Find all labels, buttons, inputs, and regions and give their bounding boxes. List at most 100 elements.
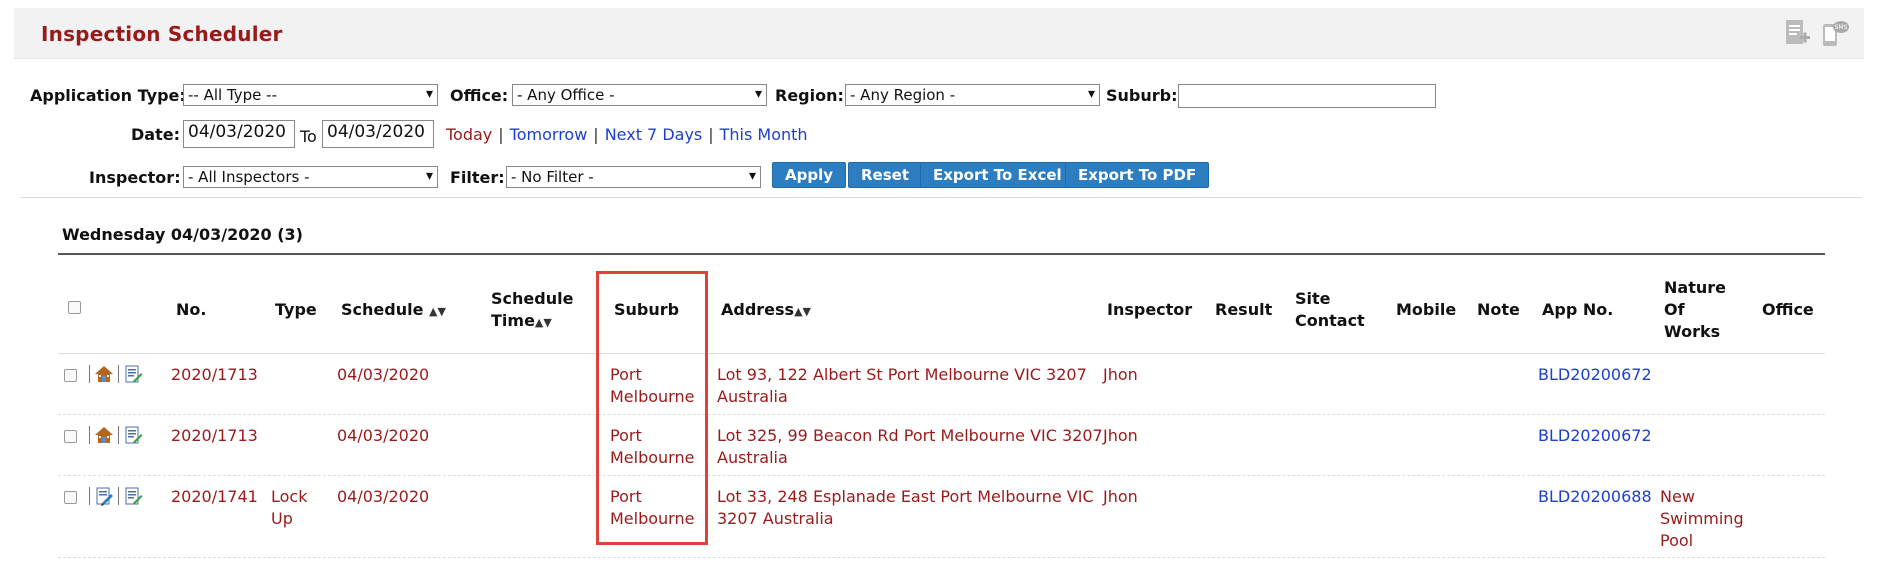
- row-no[interactable]: 2020/1713: [171, 364, 258, 386]
- row-inspector: Jhon: [1103, 365, 1138, 384]
- house-icon[interactable]: [94, 425, 114, 445]
- house-icon[interactable]: [94, 364, 114, 384]
- suburb-input[interactable]: [1178, 84, 1436, 108]
- col-nature-line3: Works: [1664, 322, 1721, 341]
- row-address-line1: Lot 33, 248 Esplanade East Port Melbourn…: [717, 487, 1094, 506]
- sort-icon[interactable]: ▲▼: [794, 305, 811, 318]
- svg-text:SMS: SMS: [1835, 24, 1848, 31]
- page-title: Inspection Scheduler: [41, 22, 283, 46]
- add-document-icon[interactable]: [1782, 18, 1812, 48]
- suburb-label: Suburb:: [1106, 86, 1178, 105]
- separator: |: [593, 125, 599, 144]
- row-schedule: 04/03/2020: [337, 426, 430, 445]
- row-schedule: 04/03/2020: [337, 487, 430, 506]
- application-type-select[interactable]: -- All Type --: [183, 84, 438, 106]
- office-select[interactable]: - Any Office -: [512, 84, 767, 106]
- day-heading-rule: [58, 253, 1825, 255]
- sort-icon[interactable]: ▲▼: [535, 316, 552, 329]
- col-no: No.: [176, 300, 207, 319]
- filters-divider: [20, 197, 1862, 198]
- separator: [89, 365, 90, 383]
- row-address-line2: Australia: [717, 387, 788, 406]
- row-no[interactable]: 2020/1741: [171, 486, 258, 508]
- separator: [118, 365, 119, 383]
- filter-label: Filter:: [450, 168, 505, 187]
- sms-icon[interactable]: SMS: [1820, 18, 1850, 48]
- row-app-no[interactable]: BLD20200672: [1538, 364, 1652, 386]
- select-all-checkbox[interactable]: [68, 301, 81, 314]
- row-app-no[interactable]: BLD20200672: [1538, 425, 1652, 447]
- separator: [89, 487, 90, 505]
- region-select[interactable]: - Any Region -: [845, 84, 1100, 106]
- row-rule: [58, 475, 1825, 476]
- col-result: Result: [1215, 300, 1273, 319]
- row-no[interactable]: 2020/1713: [171, 425, 258, 447]
- region-label: Region:: [775, 86, 844, 105]
- row-app-no[interactable]: BLD20200688: [1538, 486, 1652, 508]
- col-site-contact: Site Contact: [1295, 288, 1365, 332]
- header-icons: SMS: [1782, 18, 1850, 48]
- row-type: Lock Up: [271, 486, 307, 530]
- row-address-line2: 3207 Australia: [717, 509, 834, 528]
- inspector-label: Inspector:: [89, 168, 181, 187]
- col-inspector: Inspector: [1107, 300, 1193, 319]
- export-excel-button[interactable]: Export To Excel: [920, 162, 1075, 188]
- col-office: Office: [1762, 300, 1814, 319]
- inspector-select[interactable]: - All Inspectors -: [183, 166, 438, 188]
- row-checkbox[interactable]: [64, 369, 77, 382]
- date-to-label: To: [300, 127, 317, 146]
- this-month-link[interactable]: This Month: [720, 125, 808, 144]
- edit-document-icon[interactable]: [123, 364, 143, 384]
- col-schedule-label: Schedule: [341, 300, 424, 319]
- today-link[interactable]: Today: [446, 125, 492, 144]
- row-address-line1: Lot 325, 99 Beacon Rd Port Melbourne VIC…: [717, 426, 1103, 445]
- sort-icon[interactable]: ▲▼: [429, 305, 446, 318]
- col-schedule-time-line2: Time: [491, 311, 535, 330]
- row-checkbox[interactable]: [64, 491, 77, 504]
- suburb-column-highlight: [596, 271, 708, 545]
- col-mobile: Mobile: [1396, 300, 1457, 319]
- row-address-line1: Lot 93, 122 Albert St Port Melbourne VIC…: [717, 365, 1087, 384]
- separator: |: [708, 125, 714, 144]
- edit-document-icon[interactable]: [123, 425, 143, 445]
- row-address: Lot 33, 248 Esplanade East Port Melbourn…: [717, 486, 1094, 530]
- row-nature-of-works: New Swimming Pool: [1660, 486, 1744, 552]
- row-rule: [58, 414, 1825, 415]
- date-to-input[interactable]: 04/03/2020: [322, 120, 434, 148]
- header-bar: Inspection Scheduler SMS: [14, 8, 1864, 59]
- application-type-label: Application Type:: [30, 86, 186, 105]
- col-app-no: App No.: [1542, 300, 1614, 319]
- apply-button[interactable]: Apply: [772, 162, 847, 188]
- next-7-days-link[interactable]: Next 7 Days: [605, 125, 703, 144]
- quick-date-links: Today | Tomorrow | Next 7 Days | This Month: [446, 125, 808, 144]
- edit-document-icon[interactable]: [123, 486, 143, 506]
- row-address: Lot 93, 122 Albert St Port Melbourne VIC…: [717, 364, 1087, 408]
- export-pdf-button[interactable]: Export To PDF: [1065, 162, 1210, 188]
- row-actions: [87, 425, 143, 445]
- col-nature-line1: Nature: [1664, 278, 1726, 297]
- col-address[interactable]: Address▲▼: [721, 299, 811, 323]
- pencil-document-icon[interactable]: [94, 486, 114, 506]
- separator: |: [498, 125, 504, 144]
- filter-select[interactable]: - No Filter -: [506, 166, 761, 188]
- row-actions: [87, 364, 143, 384]
- reset-button[interactable]: Reset: [848, 162, 922, 188]
- row-inspector: Jhon: [1103, 426, 1138, 445]
- date-from-input[interactable]: 04/03/2020: [183, 120, 295, 148]
- col-nature-of-works: Nature Of Works: [1664, 277, 1726, 343]
- col-note: Note: [1477, 300, 1520, 319]
- col-schedule[interactable]: Schedule ▲▼: [341, 299, 446, 323]
- col-site-contact-line2: Contact: [1295, 311, 1365, 330]
- day-heading: Wednesday 04/03/2020 (3): [62, 225, 303, 244]
- separator: [118, 487, 119, 505]
- row-schedule: 04/03/2020: [337, 365, 430, 384]
- separator: [89, 426, 90, 444]
- row-type-line1: Lock: [271, 487, 308, 506]
- row-nature-line3: Pool: [1660, 531, 1694, 550]
- row-type-line2: Up: [271, 509, 293, 528]
- tomorrow-link[interactable]: Tomorrow: [510, 125, 588, 144]
- col-schedule-time[interactable]: Schedule Time▲▼: [491, 288, 573, 334]
- row-address: Lot 325, 99 Beacon Rd Port Melbourne VIC…: [717, 425, 1103, 469]
- col-site-contact-line1: Site: [1295, 289, 1331, 308]
- row-checkbox[interactable]: [64, 430, 77, 443]
